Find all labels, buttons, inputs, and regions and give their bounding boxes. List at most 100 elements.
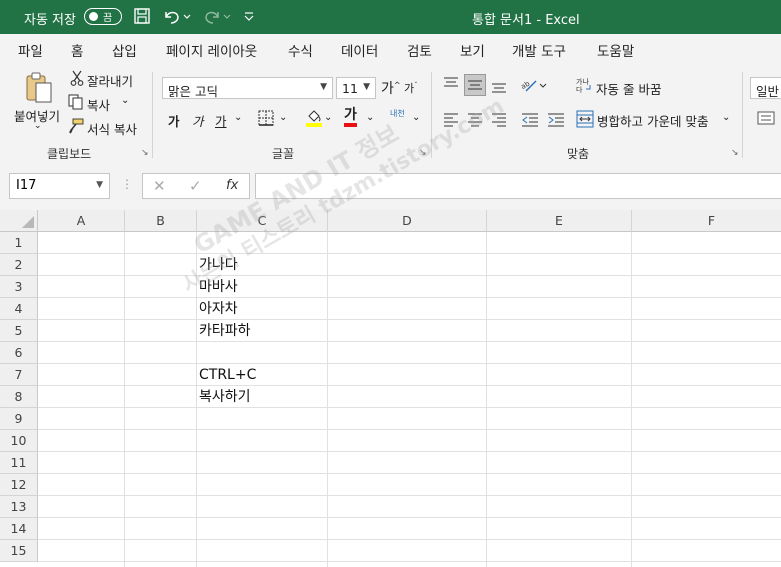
row-header[interactable]: 2: [0, 254, 38, 276]
save-icon[interactable]: [133, 7, 151, 29]
copy-dropdown-icon[interactable]: ⌄: [121, 95, 129, 106]
accounting-format-icon[interactable]: [757, 110, 775, 129]
svg-text:가나: 가나: [576, 77, 589, 86]
tab-insert[interactable]: 삽입: [112, 40, 137, 60]
border-icon[interactable]: [258, 110, 274, 129]
font-name-select[interactable]: 맑은 고딕 ▼: [162, 77, 333, 99]
row-header[interactable]: 1: [0, 232, 38, 254]
row-header[interactable]: 6: [0, 342, 38, 364]
align-center-icon[interactable]: [467, 111, 483, 130]
formula-input[interactable]: [255, 173, 781, 199]
customize-quick-access-icon[interactable]: [243, 7, 255, 29]
paste-dropdown-icon[interactable]: ⌄: [34, 121, 42, 131]
format-painter-icon[interactable]: [68, 118, 84, 137]
format-painter-button[interactable]: 서식 복사: [87, 119, 137, 138]
gridline: [38, 429, 781, 430]
cut-button[interactable]: 잘라내기: [87, 71, 133, 90]
grow-font-button[interactable]: 가^: [381, 78, 401, 98]
align-left-icon[interactable]: [443, 111, 459, 130]
cell-c2[interactable]: 가나다: [199, 254, 238, 276]
column-header-d[interactable]: D: [328, 210, 487, 232]
row-header[interactable]: 15: [0, 540, 38, 562]
font-size-value: 11: [342, 81, 358, 96]
bold-button[interactable]: 가: [168, 111, 180, 130]
row-header[interactable]: 8: [0, 386, 38, 408]
cell-c8[interactable]: 복사하기: [199, 386, 251, 408]
tab-formulas[interactable]: 수식: [288, 40, 313, 60]
cell-c3[interactable]: 마바사: [199, 276, 238, 298]
copy-icon[interactable]: [68, 94, 84, 113]
row-header[interactable]: 11: [0, 452, 38, 474]
underline-dropdown-icon[interactable]: ⌄: [234, 112, 242, 123]
row-header[interactable]: 9: [0, 408, 38, 430]
group-divider: [742, 72, 743, 158]
align-right-icon[interactable]: [491, 111, 507, 130]
tab-data[interactable]: 데이터: [341, 40, 378, 60]
wrap-text-button[interactable]: 자동 줄 바꿈: [596, 79, 661, 98]
undo-icon[interactable]: [162, 7, 192, 29]
cell-c7[interactable]: CTRL+C: [199, 364, 256, 386]
cell-c4[interactable]: 아자차: [199, 298, 238, 320]
paste-icon[interactable]: [24, 71, 54, 108]
column-header-b[interactable]: B: [125, 210, 197, 232]
enter-icon[interactable]: ✓: [189, 177, 202, 195]
underline-button[interactable]: 가: [215, 111, 227, 130]
row-header[interactable]: 12: [0, 474, 38, 496]
font-color-button[interactable]: 가: [344, 107, 357, 127]
increase-indent-icon[interactable]: [547, 111, 565, 130]
align-top-icon[interactable]: [443, 76, 459, 95]
row-header[interactable]: 13: [0, 496, 38, 518]
merge-center-icon[interactable]: [576, 110, 594, 131]
row-header[interactable]: 10: [0, 430, 38, 452]
spreadsheet-grid[interactable]: A B C D E F 1 2 3 4 5 6 7 8 9 10 11 12 1…: [0, 210, 781, 567]
insert-function-icon[interactable]: fx: [226, 178, 238, 193]
italic-button[interactable]: 가: [192, 111, 204, 130]
alignment-launcher-icon[interactable]: ↘: [731, 148, 739, 158]
decrease-indent-icon[interactable]: [521, 111, 539, 130]
column-header-f[interactable]: F: [632, 210, 781, 232]
row-header[interactable]: 7: [0, 364, 38, 386]
number-format-select[interactable]: 일반: [750, 77, 781, 99]
grip-icon[interactable]: ⋮: [121, 177, 133, 191]
redo-icon[interactable]: [202, 7, 232, 29]
tab-help[interactable]: 도움말: [597, 40, 634, 60]
name-box[interactable]: I17 ▼: [9, 173, 110, 199]
tab-developer[interactable]: 개발 도구: [512, 40, 566, 60]
orientation-icon[interactable]: ab: [520, 76, 548, 97]
phonetic-dropdown-icon[interactable]: ⌄: [412, 112, 420, 123]
row-header[interactable]: 14: [0, 518, 38, 540]
wrap-text-icon[interactable]: 가나 다: [576, 76, 592, 97]
column-header-a[interactable]: A: [38, 210, 125, 232]
align-middle-icon[interactable]: [464, 74, 486, 96]
column-header-c[interactable]: C: [197, 210, 328, 232]
tab-view[interactable]: 보기: [460, 40, 485, 60]
row-header[interactable]: 5: [0, 320, 38, 342]
gridline: [38, 275, 781, 276]
merge-center-button[interactable]: 병합하고 가운데 맞춤: [597, 111, 708, 130]
shrink-font-button[interactable]: 가ˇ: [404, 80, 418, 96]
merge-dropdown-icon[interactable]: ⌄: [722, 112, 730, 123]
copy-button[interactable]: 복사: [87, 95, 110, 114]
tab-file[interactable]: 파일: [18, 40, 43, 60]
cancel-icon[interactable]: ✕: [153, 177, 166, 195]
border-dropdown-icon[interactable]: ⌄: [279, 112, 287, 123]
cut-icon[interactable]: [70, 70, 84, 89]
row-header[interactable]: 3: [0, 276, 38, 298]
phonetic-button[interactable]: 내천: [390, 108, 405, 119]
fill-color-icon[interactable]: [305, 108, 323, 131]
font-size-select[interactable]: 11 ▼: [336, 77, 376, 99]
tab-page-layout[interactable]: 페이지 레이아웃: [166, 40, 257, 60]
name-box-value: I17: [16, 178, 37, 193]
autosave-toggle[interactable]: 끔: [84, 8, 122, 25]
fill-color-dropdown-icon[interactable]: ⌄: [324, 112, 332, 123]
font-color-dropdown-icon[interactable]: ⌄: [366, 112, 374, 123]
tab-home[interactable]: 홈: [68, 40, 86, 67]
tab-review[interactable]: 검토: [407, 40, 432, 60]
clipboard-launcher-icon[interactable]: ↘: [141, 148, 149, 158]
row-header[interactable]: 4: [0, 298, 38, 320]
align-bottom-icon[interactable]: [491, 78, 507, 97]
select-all-button[interactable]: [0, 210, 38, 232]
column-header-e[interactable]: E: [487, 210, 632, 232]
font-launcher-icon[interactable]: ↘: [419, 148, 427, 158]
cell-c5[interactable]: 카타파하: [199, 320, 251, 342]
